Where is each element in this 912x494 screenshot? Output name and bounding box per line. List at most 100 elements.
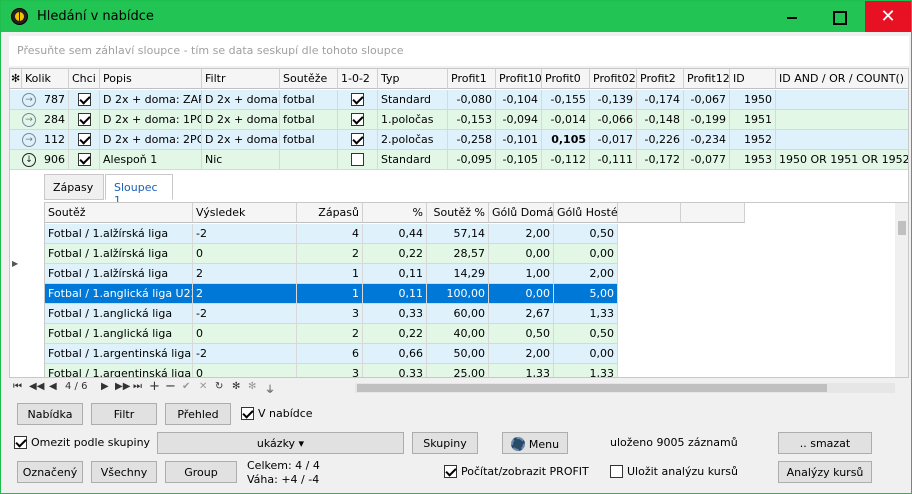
menu-button[interactable]: Menu — [502, 432, 568, 454]
next-record-button[interactable]: ▶ — [101, 381, 109, 392]
group-button[interactable]: Group — [165, 461, 237, 483]
bookmark-icon[interactable]: ✻ — [232, 381, 240, 392]
checkbox[interactable] — [77, 93, 91, 106]
checkbox[interactable] — [77, 113, 91, 126]
go-arrow-icon[interactable]: → — [22, 113, 36, 127]
vsechny-button[interactable]: Všechny — [91, 461, 157, 483]
column-header[interactable]: Profit2 — [637, 69, 684, 89]
cell-v102[interactable] — [338, 150, 378, 170]
v-nabidce-box[interactable] — [241, 407, 254, 420]
minimize-button[interactable] — [769, 1, 815, 32]
column-header[interactable]: ID — [730, 69, 776, 89]
horizontal-scrollbar[interactable] — [355, 383, 895, 393]
detail-row[interactable]: Fotbal / 1.anglická liga 0 2 0,22 40,00 0,50 0… — [45, 324, 811, 344]
ulozit-box[interactable] — [610, 465, 623, 478]
checkbox[interactable] — [77, 153, 91, 166]
analyzy-kursu-button[interactable]: Analýzy kursů — [778, 461, 872, 483]
go-arrow-icon[interactable]: → — [22, 93, 36, 107]
cell-chci[interactable] — [69, 110, 100, 130]
table-row[interactable]: → 787 D 2x + doma: ZAP D 2x + doma fotbal Sta… — [10, 90, 908, 110]
refresh-icon[interactable]: ↻ — [215, 381, 223, 392]
maximize-button[interactable] — [815, 1, 861, 32]
row-indicator[interactable]: ↓ 906 — [10, 150, 69, 170]
column-header[interactable]: Filtr — [202, 69, 280, 89]
close-button[interactable]: ✕ — [865, 1, 911, 32]
row-indicator[interactable]: → 284 — [10, 110, 69, 130]
scroll-thumb[interactable] — [357, 384, 827, 392]
tab-sloupec-1[interactable]: Sloupec 1 — [105, 174, 173, 207]
smazat-button[interactable]: .. smazat — [778, 432, 872, 454]
nabidka-button[interactable]: Nabídka — [17, 403, 83, 425]
cell-chci[interactable] — [69, 150, 100, 170]
checkbox[interactable] — [351, 133, 364, 146]
omezit-box[interactable] — [14, 436, 27, 449]
column-header[interactable]: 1-0-2 — [338, 69, 378, 89]
cancel-edit-icon[interactable]: ✕ — [199, 381, 207, 392]
detail-column-header[interactable]: Soutěž % — [427, 203, 489, 223]
checkbox[interactable] — [351, 93, 364, 106]
checkbox[interactable] — [351, 153, 364, 166]
add-record-button[interactable]: + — [149, 379, 160, 394]
filter-icon[interactable]: ⏚ — [265, 381, 275, 396]
scroll-thumb[interactable] — [898, 221, 906, 235]
next-page-button[interactable]: ▶▶ — [115, 381, 130, 392]
detail-row[interactable]: Fotbal / 1.anglická liga -2 3 0,33 60,00 2,67… — [45, 304, 811, 324]
column-header[interactable]: Soutěže — [280, 69, 338, 89]
detail-column-header[interactable]: Výsledek — [193, 203, 297, 223]
column-header[interactable]: Profit0 — [542, 69, 590, 89]
cell-v102[interactable] — [338, 130, 378, 150]
skupiny-button[interactable]: Skupiny — [412, 432, 478, 454]
detail-row[interactable]: Fotbal / 1.alžírská liga -2 4 0,44 57,14 2,00… — [45, 224, 811, 244]
detail-row[interactable]: Fotbal / 1.alžírská liga 0 2 0,22 28,57 0,00 0… — [45, 244, 811, 264]
column-chooser-icon[interactable]: ✻ — [10, 69, 22, 89]
detail-column-header[interactable]: % — [363, 203, 427, 223]
cell-v102[interactable] — [338, 110, 378, 130]
prev-record-button[interactable]: ◀ — [49, 381, 57, 392]
oznaceny-button[interactable]: Označený — [17, 461, 83, 483]
filtr-button[interactable]: Filtr — [91, 403, 157, 425]
v-nabidce-checkbox[interactable]: V nabídce — [241, 406, 321, 422]
pocitat-profit-checkbox[interactable]: Počítat/zobrazit PROFIT — [444, 464, 594, 480]
row-indicator[interactable]: → 112 — [10, 130, 69, 150]
column-header[interactable]: ID AND / OR / COUNT() — [776, 69, 908, 89]
detail-row[interactable]: Fotbal / 1.alžírská liga 2 1 0,11 14,29 1,00 2… — [45, 264, 811, 284]
expand-down-icon[interactable]: ↓ — [22, 153, 36, 167]
group-by-area[interactable]: Přesuňte sem záhlaví sloupce - tím se da… — [9, 36, 909, 66]
detail-column-header[interactable]: Gólů Hosté — [554, 203, 618, 223]
ukazky-dropdown[interactable]: ukázky ▾ — [157, 432, 404, 454]
detail-column-header[interactable]: Zápasů — [297, 203, 363, 223]
column-header[interactable]: Kolik — [22, 69, 69, 89]
column-header[interactable]: Profit1 — [448, 69, 496, 89]
cell-chci[interactable] — [69, 130, 100, 150]
detail-column-header[interactable]: Gólů Domác — [489, 203, 559, 223]
table-row[interactable]: → 112 D 2x + doma: 2POL D 2x + doma fotbal 2.… — [10, 130, 908, 150]
pocitat-box[interactable] — [444, 465, 457, 478]
ulozit-analyzu-checkbox[interactable]: Uložit analýzu kursů — [610, 464, 740, 480]
table-row[interactable]: → 284 D 2x + doma: 1POL D 2x + doma fotbal 1.… — [10, 110, 908, 130]
detail-row[interactable]: Fotbal / 1.argentinská liga 0 3 0,33 25,00 1,… — [45, 364, 811, 377]
detail-row[interactable]: Fotbal / 1.anglická liga U23 2 1 0,11 100,00… — [45, 284, 811, 304]
goto-bookmark-icon[interactable]: ✻ — [248, 381, 256, 392]
vertical-scrollbar[interactable] — [895, 203, 908, 377]
column-header[interactable]: Profit12 — [684, 69, 730, 89]
column-header[interactable]: Chci — [69, 69, 100, 89]
checkbox[interactable] — [351, 113, 364, 126]
go-arrow-icon[interactable]: → — [22, 133, 36, 147]
row-indicator[interactable]: → 787 — [10, 90, 69, 110]
column-header[interactable]: Profit10 — [496, 69, 542, 89]
column-header[interactable]: Profit02 — [590, 69, 637, 89]
prehled-button[interactable]: Přehled — [165, 403, 231, 425]
omezit-checkbox[interactable]: Omezit podle skupiny — [14, 435, 154, 451]
tab-zapasy[interactable]: Zápasy — [44, 174, 104, 200]
cell-v102[interactable] — [338, 90, 378, 110]
last-record-button[interactable]: ⏭ — [133, 381, 142, 392]
prev-page-button[interactable]: ◀◀ — [29, 381, 44, 392]
detail-row[interactable]: Fotbal / 1.argentinská liga -2 6 0,66 50,00 2… — [45, 344, 811, 364]
column-header[interactable]: Popis — [100, 69, 202, 89]
column-header[interactable]: Typ — [378, 69, 448, 89]
delete-record-button[interactable]: − — [165, 379, 176, 394]
detail-column-header[interactable]: Soutěž — [45, 203, 193, 223]
confirm-icon[interactable]: ✔ — [182, 381, 190, 392]
first-record-button[interactable]: ⏮ — [13, 381, 22, 392]
cell-chci[interactable] — [69, 90, 100, 110]
